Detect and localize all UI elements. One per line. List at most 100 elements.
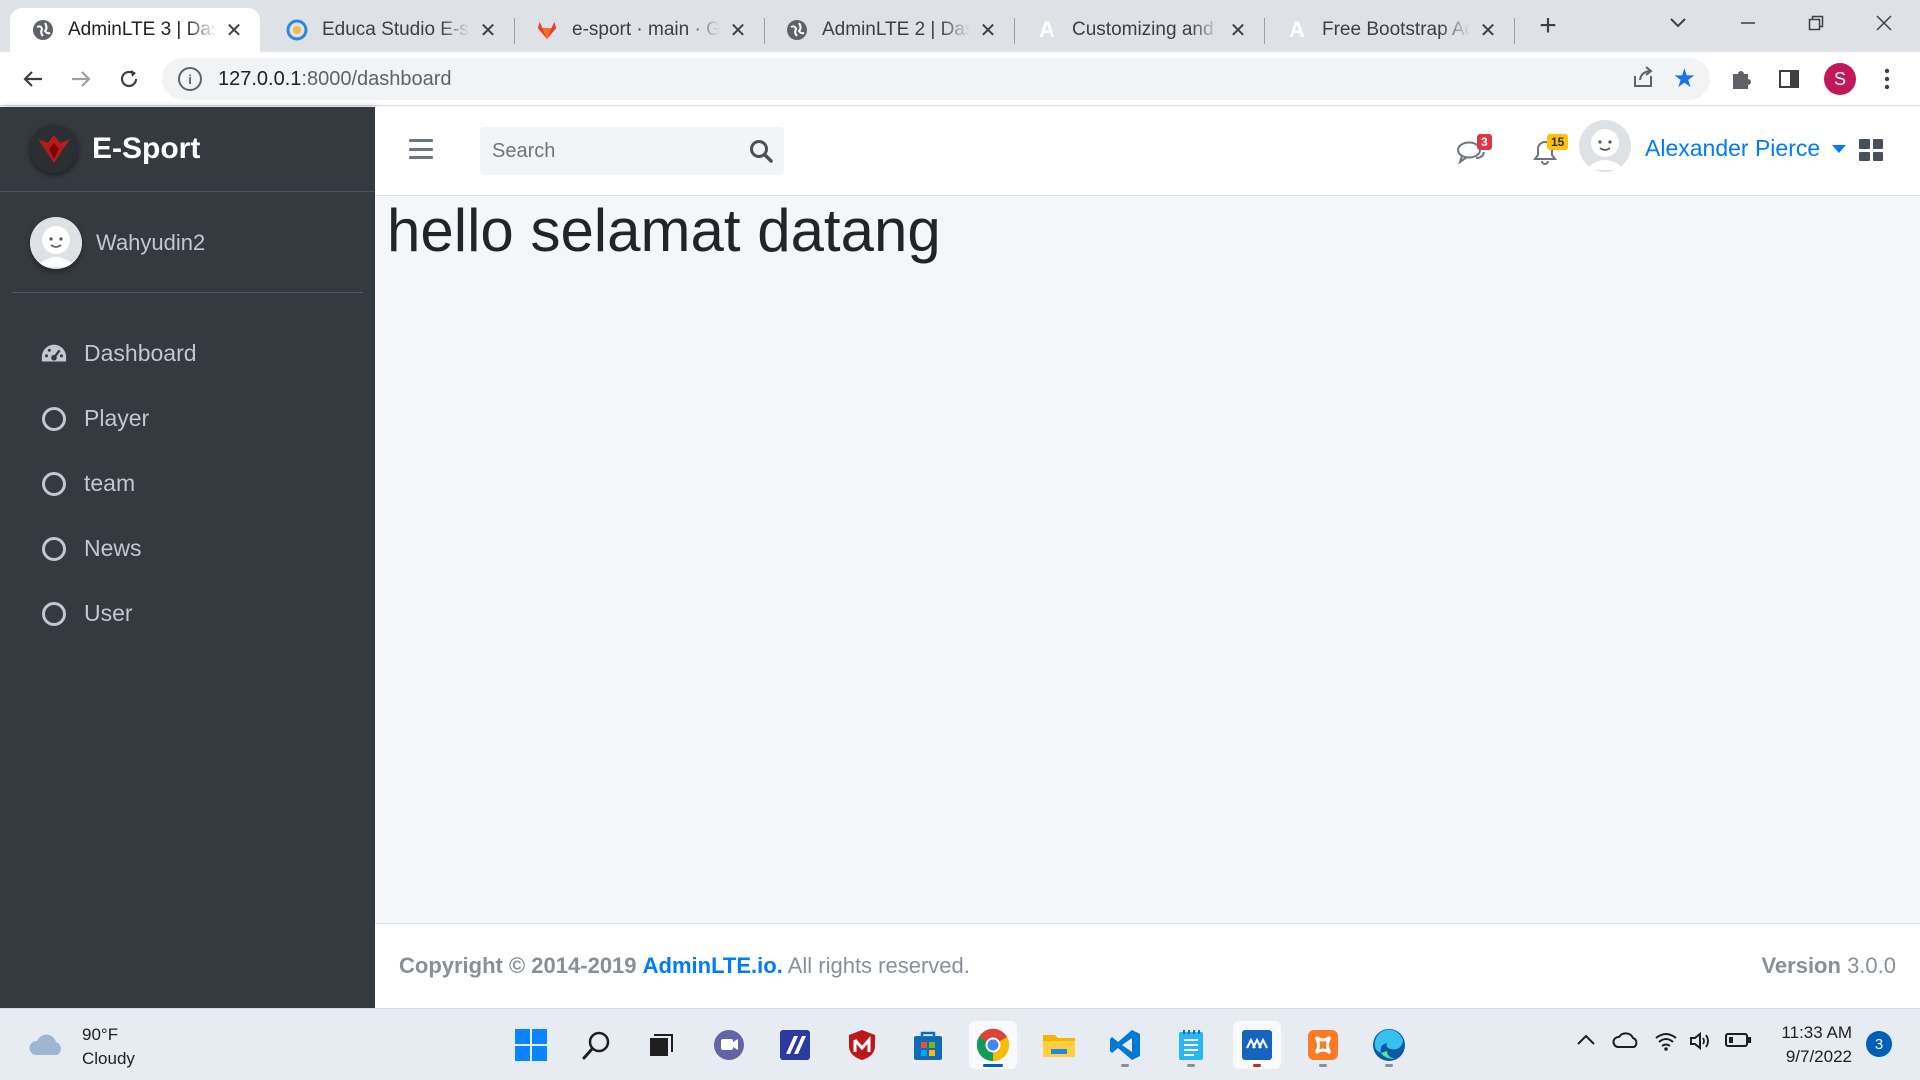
browser-tab[interactable]: A Customizing and Deploying ✕ <box>1014 8 1264 52</box>
sidebar-item-label: Dashboard <box>84 340 197 366</box>
sidebar-item-news[interactable]: News <box>28 516 363 581</box>
site-info-icon[interactable]: i <box>178 67 202 91</box>
visual-studio-icon[interactable] <box>771 1021 819 1069</box>
clock-date: 9/7/2022 <box>1785 1047 1852 1066</box>
close-window-button[interactable] <box>1854 6 1914 40</box>
version: Version 3.0.0 <box>1761 953 1896 979</box>
circle-icon <box>40 600 68 628</box>
system-clock[interactable]: 11:33 AM 9/7/2022 <box>1768 1021 1852 1069</box>
notifications-dropdown[interactable]: 15 <box>1533 134 1573 170</box>
apps-grid-icon[interactable] <box>1859 139 1883 161</box>
circle-icon <box>40 470 68 498</box>
browser-tab-active[interactable]: AdminLTE 3 | Dashboard ✕ <box>10 8 260 52</box>
browser-tab[interactable]: AdminLTE 2 | Dashboard ✕ <box>764 8 1014 52</box>
sidebar-item-team[interactable]: team <box>28 451 363 516</box>
bookmark-star-icon[interactable]: ★ <box>1673 63 1696 94</box>
adminlte-icon: A <box>1289 17 1305 42</box>
tab-search-button[interactable] <box>1648 6 1708 40</box>
main-footer: Copyright © 2014-2019 AdminLTE.io. All r… <box>375 923 1920 1008</box>
windows-taskbar: 90°F Cloudy 11:33 AM 9/7/2022 3 <box>0 1008 1920 1080</box>
mcafee-icon[interactable] <box>838 1021 886 1069</box>
sidebar-item-label: team <box>84 470 136 496</box>
file-explorer-icon[interactable] <box>1035 1021 1083 1069</box>
browser-toolbar: i 127.0.0.1:8000/dashboard ★ <box>0 52 1920 106</box>
clock-time: 11:33 AM <box>1781 1023 1852 1042</box>
browser-tab[interactable]: Educa Studio E-sport ✕ <box>264 8 514 52</box>
close-icon[interactable]: ✕ <box>1226 18 1250 42</box>
tab-title: Customizing and Deploying <box>1072 19 1220 40</box>
search-icon[interactable] <box>748 138 774 164</box>
search-input[interactable] <box>492 139 732 163</box>
user-panel[interactable]: Wahyudin2 <box>12 193 363 293</box>
esport-logo-icon <box>30 125 78 173</box>
sidebar: E-Sport Wahyudin2 Dashboard Player team … <box>0 107 375 1008</box>
close-icon[interactable]: ✕ <box>726 18 750 42</box>
reload-button[interactable] <box>110 60 148 98</box>
microsoft-store-icon[interactable] <box>904 1021 952 1069</box>
vscode-icon[interactable] <box>1101 1021 1149 1069</box>
browser-tab[interactable]: A Free Bootstrap Admin ✕ <box>1264 8 1514 52</box>
new-tab-button[interactable]: + <box>1532 9 1564 42</box>
minimize-button[interactable] <box>1718 6 1778 40</box>
sidebar-item-player[interactable]: Player <box>28 386 363 451</box>
side-panel-icon[interactable] <box>1772 62 1806 96</box>
tab-title: AdminLTE 2 | Dashboard <box>822 19 970 40</box>
navbar-user-avatar[interactable] <box>1579 120 1631 172</box>
start-button[interactable] <box>507 1021 555 1069</box>
close-icon[interactable]: ✕ <box>976 18 1000 42</box>
chrome-taskbar-icon[interactable] <box>969 1021 1017 1069</box>
circle-icon <box>40 535 68 563</box>
tachometer-icon <box>40 340 68 368</box>
messages-dropdown[interactable]: 3 <box>1457 134 1497 170</box>
messages-badge: 3 <box>1477 134 1492 150</box>
browser-tab[interactable]: e-sport · main · GitLab ✕ <box>514 8 764 52</box>
volume-icon[interactable] <box>1688 1031 1712 1056</box>
brand-link[interactable]: E-Sport <box>0 107 375 192</box>
top-navbar: 3 15 Alexander Pierce <box>375 107 1920 196</box>
weather-widget[interactable]: 90°F Cloudy <box>26 1023 135 1071</box>
sidebar-item-user[interactable]: User <box>28 581 363 646</box>
back-button[interactable] <box>14 60 52 98</box>
edge-icon[interactable] <box>1365 1021 1413 1069</box>
content-wrapper: hello selamat datang <box>375 196 1920 923</box>
xampp-icon[interactable] <box>1299 1021 1347 1069</box>
tab-title: Free Bootstrap Admin <box>1322 19 1470 40</box>
sidebar-item-dashboard[interactable]: Dashboard <box>28 321 363 386</box>
educa-icon <box>286 19 308 41</box>
task-view-icon[interactable] <box>637 1021 685 1069</box>
onedrive-icon[interactable] <box>1612 1031 1640 1054</box>
user-dropdown[interactable]: Alexander Pierce <box>1645 135 1847 162</box>
user-avatar <box>30 216 82 269</box>
url-path: :8000/dashboard <box>301 67 452 90</box>
tab-title: e-sport · main · GitLab <box>572 19 720 40</box>
circle-icon <box>40 405 68 433</box>
share-icon[interactable] <box>1632 66 1654 94</box>
close-icon[interactable]: ✕ <box>222 18 246 42</box>
brand-text: E-Sport <box>92 132 201 165</box>
taskbar-search-icon[interactable] <box>573 1021 621 1069</box>
cloud-icon <box>26 1031 66 1064</box>
chevron-up-icon[interactable] <box>1576 1031 1596 1052</box>
battery-icon[interactable] <box>1724 1031 1752 1054</box>
messenger-app-icon[interactable] <box>1233 1021 1281 1069</box>
rights-text: All rights reserved. <box>787 953 970 978</box>
copyright-prefix: Copyright © 2014-2019 <box>399 953 637 978</box>
extensions-icon[interactable] <box>1724 62 1758 96</box>
gitlab-icon <box>536 19 558 41</box>
address-bar[interactable]: i 127.0.0.1:8000/dashboard ★ <box>162 58 1710 100</box>
forward-button[interactable] <box>62 60 100 98</box>
chrome-menu-icon[interactable] <box>1870 62 1904 96</box>
restore-button[interactable] <box>1786 6 1846 40</box>
teams-chat-icon[interactable] <box>705 1021 753 1069</box>
wifi-icon[interactable] <box>1654 1031 1678 1056</box>
notepad-icon[interactable] <box>1167 1021 1215 1069</box>
adminlte-link[interactable]: AdminLTE.io. <box>643 953 783 978</box>
version-value: 3.0.0 <box>1847 953 1896 978</box>
close-icon[interactable]: ✕ <box>476 18 500 42</box>
url-host: 127.0.0.1 <box>218 67 302 90</box>
close-icon[interactable]: ✕ <box>1476 18 1500 42</box>
weather-condition: Cloudy <box>82 1049 135 1068</box>
profile-avatar[interactable]: S <box>1824 63 1856 95</box>
hamburger-menu-icon[interactable] <box>409 139 433 159</box>
notification-count-badge[interactable]: 3 <box>1866 1031 1892 1057</box>
